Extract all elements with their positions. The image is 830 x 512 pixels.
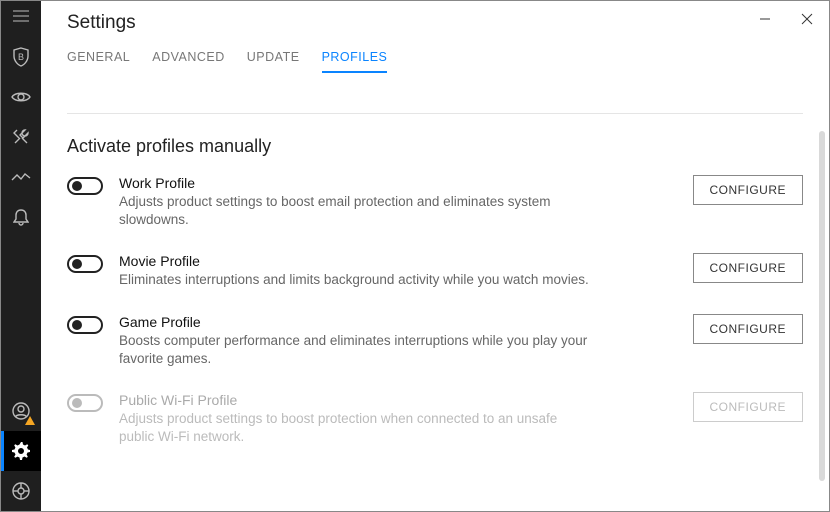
profile-desc: Adjusts product settings to boost email …: [119, 193, 589, 229]
toggle-public-wifi-profile: [67, 394, 103, 412]
profile-row-game: Game Profile Boosts computer performance…: [67, 314, 803, 368]
sidebar-tools-icon[interactable]: [1, 117, 41, 157]
tab-update[interactable]: UPDATE: [247, 50, 300, 72]
main-panel: Settings GENERAL ADVANCED UPDATE PROFILE…: [41, 1, 829, 511]
profile-title: Public Wi-Fi Profile: [119, 392, 589, 408]
tab-general[interactable]: GENERAL: [67, 50, 130, 72]
scrollbar[interactable]: [819, 131, 825, 481]
sidebar: B: [1, 1, 41, 511]
toggle-game-profile[interactable]: [67, 316, 103, 334]
app-window: B Settings: [0, 0, 830, 512]
tabs: GENERAL ADVANCED UPDATE PROFILES: [41, 45, 829, 73]
minimize-button[interactable]: [753, 7, 777, 31]
profile-row-movie: Movie Profile Eliminates interruptions a…: [67, 253, 803, 289]
profile-row-work: Work Profile Adjusts product settings to…: [67, 175, 803, 229]
profiles-content: Activate profiles manually Work Profile …: [41, 114, 829, 491]
profile-row-public-wifi: Public Wi-Fi Profile Adjusts product set…: [67, 392, 803, 446]
profile-title: Game Profile: [119, 314, 589, 330]
toggle-work-profile[interactable]: [67, 177, 103, 195]
sidebar-account-icon[interactable]: [1, 391, 41, 431]
titlebar: Settings: [41, 1, 829, 45]
sidebar-activity-icon[interactable]: [1, 157, 41, 197]
profile-desc: Adjusts product settings to boost protec…: [119, 410, 589, 446]
tab-advanced[interactable]: ADVANCED: [152, 50, 225, 72]
alert-badge-icon: [25, 416, 35, 425]
sidebar-support-icon[interactable]: [1, 471, 41, 511]
configure-button-work[interactable]: CONFIGURE: [693, 175, 804, 205]
sidebar-privacy-icon[interactable]: [1, 77, 41, 117]
close-button[interactable]: [795, 7, 819, 31]
svg-text:B: B: [18, 52, 24, 62]
profile-title: Movie Profile: [119, 253, 589, 269]
sidebar-notifications-icon[interactable]: [1, 197, 41, 237]
profile-title: Work Profile: [119, 175, 589, 191]
hamburger-menu-button[interactable]: [1, 1, 41, 31]
configure-button-game[interactable]: CONFIGURE: [693, 314, 804, 344]
window-controls: [753, 7, 819, 31]
tab-profiles[interactable]: PROFILES: [322, 50, 388, 72]
page-title: Settings: [67, 12, 136, 34]
sidebar-settings-icon[interactable]: [1, 431, 41, 471]
configure-button-movie[interactable]: CONFIGURE: [693, 253, 804, 283]
sidebar-protection-icon[interactable]: B: [1, 37, 41, 77]
section-title: Activate profiles manually: [67, 136, 803, 157]
profile-desc: Boosts computer performance and eliminat…: [119, 332, 589, 368]
toggle-movie-profile[interactable]: [67, 255, 103, 273]
configure-button-public-wifi: CONFIGURE: [693, 392, 804, 422]
profile-desc: Eliminates interruptions and limits back…: [119, 271, 589, 289]
